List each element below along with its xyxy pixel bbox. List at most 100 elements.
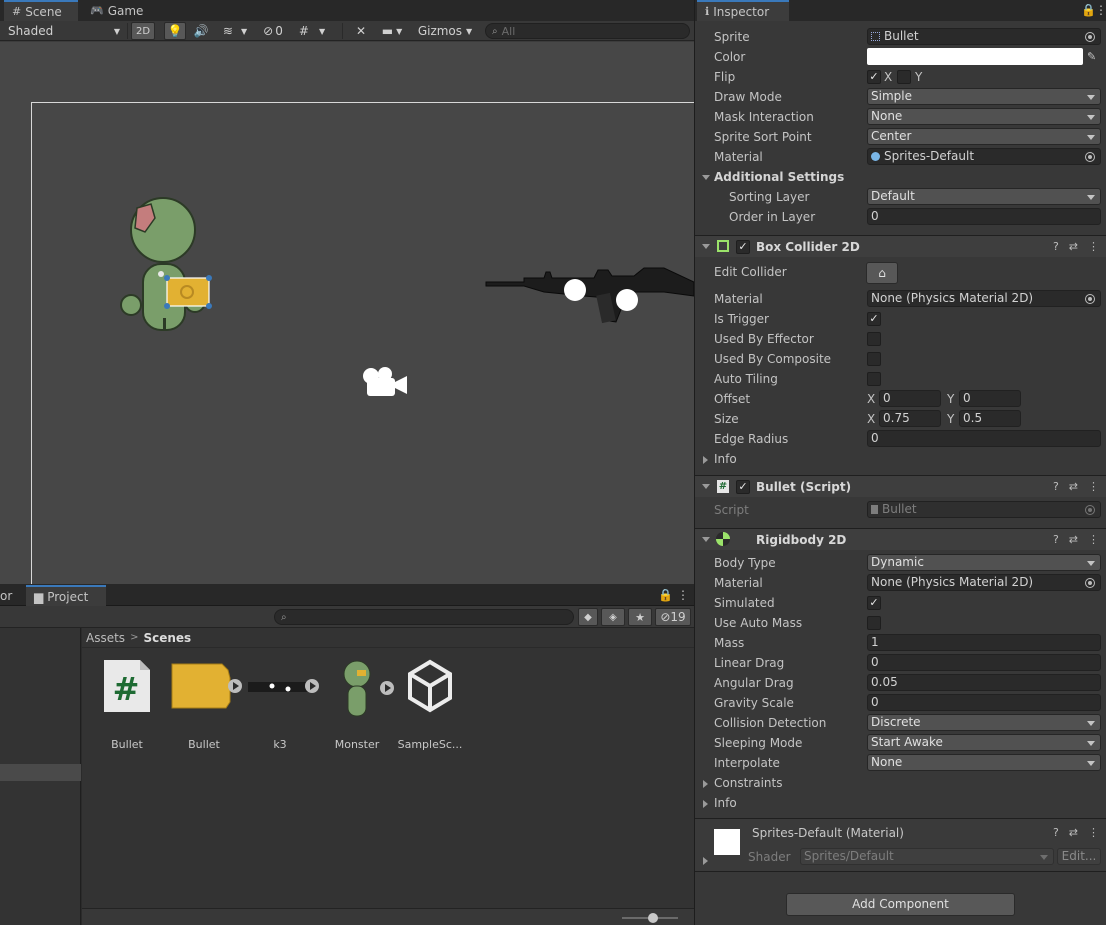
rigidbody-header[interactable]: Rigidbody 2D ? ⇄ ⋮ <box>695 528 1106 550</box>
size-x-input[interactable]: 0.75 <box>879 410 941 427</box>
asset-bullet-sprite[interactable] <box>164 658 244 717</box>
size-y-input[interactable]: 0.5 <box>959 410 1021 427</box>
kebab-menu-icon[interactable]: ⋮ <box>1088 826 1099 839</box>
lighting-toggle[interactable]: 💡 <box>164 22 186 40</box>
monster-sprite[interactable] <box>115 192 215 337</box>
used-by-effector-checkbox[interactable] <box>867 332 881 346</box>
auto-tiling-checkbox[interactable] <box>867 372 881 386</box>
camera-dropdown[interactable]: ▬ ▼ <box>376 22 408 40</box>
tools-button[interactable]: ✕ <box>350 22 372 40</box>
flip-x-checkbox[interactable]: ✓ <box>867 70 881 84</box>
scene-viewport[interactable] <box>0 42 694 584</box>
asset-k3-sprite[interactable] <box>240 658 320 717</box>
box-collider-enabled-checkbox[interactable]: ✓ <box>736 240 750 254</box>
object-picker-icon[interactable] <box>1085 578 1095 588</box>
eyedropper-icon[interactable]: ✎ <box>1087 50 1096 63</box>
sort-point-dropdown[interactable]: Center <box>867 128 1101 145</box>
breadcrumb-scenes[interactable]: Scenes <box>143 631 191 645</box>
rifle-sprite[interactable] <box>484 262 694 326</box>
project-folder-tree[interactable] <box>0 628 81 925</box>
flip-y-checkbox[interactable] <box>897 70 911 84</box>
kebab-menu-icon[interactable]: ⋮ <box>1088 240 1099 253</box>
asset-bullet-script[interactable]: # <box>87 658 167 717</box>
draw-mode-dropdown[interactable]: Simple <box>867 88 1101 105</box>
hidden-objects-toggle[interactable]: ⊘ 0 <box>258 22 288 40</box>
order-in-layer-input[interactable]: 0 <box>867 208 1101 225</box>
used-by-composite-checkbox[interactable] <box>867 352 881 366</box>
kebab-menu-icon[interactable]: ⋮ <box>677 588 689 602</box>
add-component-button[interactable]: Add Component <box>786 893 1015 916</box>
breadcrumb-assets[interactable]: Assets <box>86 631 125 645</box>
presets-icon[interactable]: ⇄ <box>1069 826 1078 839</box>
kebab-menu-icon[interactable]: ⋮ <box>1095 3 1106 17</box>
angular-drag-input[interactable]: 0.05 <box>867 674 1101 691</box>
help-icon[interactable]: ? <box>1053 826 1059 839</box>
edge-radius-input[interactable]: 0 <box>867 430 1101 447</box>
tab-project[interactable]: ▆ Project <box>26 585 106 606</box>
camera-gizmo-icon[interactable] <box>359 364 409 400</box>
bullet-script-enabled-checkbox[interactable]: ✓ <box>736 480 750 494</box>
offset-y-input[interactable]: 0 <box>959 390 1021 407</box>
presets-icon[interactable]: ⇄ <box>1069 533 1078 546</box>
box-collider-header[interactable]: ✓ Box Collider 2D ? ⇄ ⋮ <box>695 235 1106 257</box>
additional-settings-foldout[interactable]: Additional Settings <box>695 167 1106 187</box>
help-icon[interactable]: ? <box>1053 533 1059 546</box>
collider-material-field[interactable]: None (Physics Material 2D) <box>867 290 1101 307</box>
lock-icon[interactable]: 🔒 <box>658 588 673 602</box>
object-picker-icon[interactable] <box>1085 152 1095 162</box>
material-foldout-arrow[interactable] <box>703 857 708 865</box>
edit-collider-button[interactable]: ⌂ <box>866 262 898 284</box>
favorites-button[interactable]: ★ <box>628 608 652 626</box>
interpolate-dropdown[interactable]: None <box>867 754 1101 771</box>
color-swatch[interactable] <box>867 48 1083 65</box>
filter-label-button[interactable]: ◈ <box>601 608 625 626</box>
sorting-layer-dropdown[interactable]: Default <box>867 188 1101 205</box>
object-picker-icon[interactable] <box>1085 294 1095 304</box>
selected-folder-row[interactable] <box>0 764 81 781</box>
mask-interaction-dropdown[interactable]: None <box>867 108 1101 125</box>
kebab-menu-icon[interactable]: ⋮ <box>1088 533 1099 546</box>
constraints-foldout[interactable]: Constraints <box>695 773 1106 793</box>
toggle-2d-button[interactable]: 2D <box>131 22 155 40</box>
sleeping-mode-dropdown[interactable]: Start Awake <box>867 734 1101 751</box>
tab-scene[interactable]: # Scene <box>4 0 78 21</box>
effects-dropdown[interactable]: ≋ ▼ <box>214 22 256 40</box>
collider-info-foldout[interactable]: Info <box>695 449 1106 469</box>
sprite-field[interactable]: Bullet <box>867 28 1101 45</box>
rigidbody-info-foldout[interactable]: Info <box>695 793 1106 813</box>
kebab-menu-icon[interactable]: ⋮ <box>1088 480 1099 493</box>
filter-type-button[interactable]: ◆ <box>578 608 598 626</box>
is-trigger-checkbox[interactable]: ✓ <box>867 312 881 326</box>
gravity-scale-input[interactable]: 0 <box>867 694 1101 711</box>
mass-input[interactable]: 1 <box>867 634 1101 651</box>
collision-detection-dropdown[interactable]: Discrete <box>867 714 1101 731</box>
sprite-material-field[interactable]: Sprites-Default <box>867 148 1101 165</box>
tab-game[interactable]: 🎮 Game <box>82 0 152 21</box>
lock-icon[interactable]: 🔒 <box>1081 3 1096 17</box>
audio-toggle[interactable]: 🔊 <box>190 22 212 40</box>
help-icon[interactable]: ? <box>1053 240 1059 253</box>
object-picker-icon[interactable] <box>1085 32 1095 42</box>
hidden-packages-toggle[interactable]: ⊘ 19 <box>655 608 691 626</box>
rb-material-field[interactable]: None (Physics Material 2D) <box>867 574 1101 591</box>
auto-mass-checkbox[interactable] <box>867 616 881 630</box>
offset-x-input[interactable]: 0 <box>879 390 941 407</box>
asset-sample-scene[interactable] <box>390 658 470 717</box>
grid-dropdown[interactable]: # ▼ <box>292 22 332 40</box>
tab-inspector[interactable]: ℹ Inspector <box>697 0 789 21</box>
gravity-scale-label: Gravity Scale <box>714 696 794 710</box>
presets-icon[interactable]: ⇄ <box>1069 240 1078 253</box>
project-search-input[interactable]: ⌕ <box>274 609 574 625</box>
shading-mode-dropdown[interactable]: Shaded ▼ <box>4 22 124 40</box>
zoom-slider-handle[interactable] <box>648 913 658 923</box>
linear-drag-input[interactable]: 0 <box>867 654 1101 671</box>
presets-icon[interactable]: ⇄ <box>1069 480 1078 493</box>
asset-monster-sprite[interactable] <box>317 658 397 725</box>
body-type-dropdown[interactable]: Dynamic <box>867 554 1101 571</box>
tab-console[interactable]: or <box>0 585 24 606</box>
bullet-script-header[interactable]: # ✓ Bullet (Script) ? ⇄ ⋮ <box>695 475 1106 497</box>
simulated-checkbox[interactable]: ✓ <box>867 596 881 610</box>
help-icon[interactable]: ? <box>1053 480 1059 493</box>
scene-search-input[interactable]: ⌕ All <box>485 23 690 39</box>
gizmos-dropdown[interactable]: Gizmos ▼ <box>411 22 479 40</box>
